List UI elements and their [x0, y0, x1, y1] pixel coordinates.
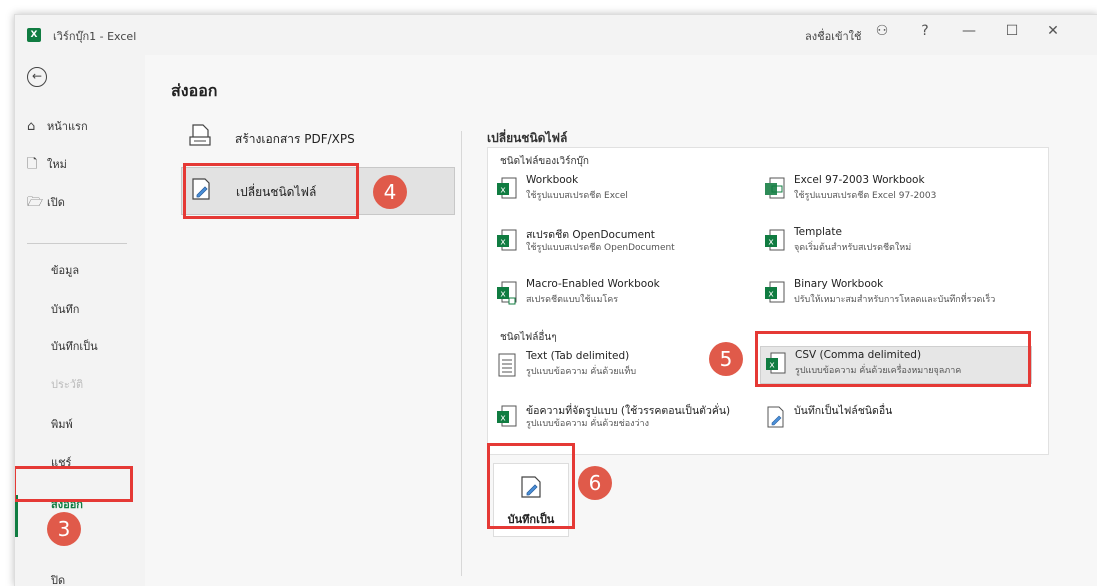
nav-item-label: หน้าแรก: [47, 120, 88, 133]
svg-text:x: x: [500, 186, 506, 196]
file-type-formatted-text[interactable]: x ข้อความที่จัดรูปแบบ (ใช้วรรคตอนเป็นตัว…: [492, 400, 762, 436]
file-type-desc: รูปแบบข้อความ คั่นด้วยแท็บ: [526, 367, 637, 377]
file-types-panel: ชนิดไฟล์ของเวิร์กบุ๊ก x Workbook ใช้รูปแ…: [487, 147, 1049, 455]
file-type-name: CSV (Comma delimited): [795, 349, 922, 361]
file-type-desc: ใช้รูปแบบสเปรดชีต Excel: [526, 191, 628, 201]
save-as-icon: [521, 476, 541, 498]
export-pane: ส่งออก สร้างเอกสาร PDF/XPS เปลี่ยนชนิดไฟ…: [145, 55, 1097, 586]
title-bar: X เวิร์กบุ๊ก1 - Excel ลงชื่อเข้าใช้ ⚇ ? …: [15, 15, 1097, 55]
excel-workbook-icon: x: [497, 177, 517, 199]
file-type-desc: สเปรดชีตแบบใช้แมโคร: [526, 295, 619, 305]
nav-item-open[interactable]: 🗁 เปิด: [27, 193, 65, 215]
help-icon[interactable]: ?: [913, 23, 937, 39]
annotation-step-3: 3: [47, 512, 81, 546]
file-type-opendocument[interactable]: x สเปรดชีต OpenDocument ใช้รูปแบบสเปรดชี…: [492, 224, 762, 260]
nav-item-share[interactable]: แชร์: [51, 453, 71, 471]
minimize-icon[interactable]: —: [957, 23, 981, 39]
nav-item-label: เปิด: [47, 196, 65, 209]
save-as-button[interactable]: บันทึกเป็น: [493, 463, 569, 537]
excel97-workbook-icon: [765, 177, 785, 199]
other-group-label: ชนิดไฟล์อื่นๆ: [500, 332, 557, 343]
file-type-name: Template: [794, 226, 842, 238]
file-type-name: Binary Workbook: [794, 278, 884, 290]
nav-item-info[interactable]: ข้อมูล: [51, 261, 79, 279]
new-file-icon: 🗋: [27, 157, 38, 172]
file-type-name: Text (Tab delimited): [526, 350, 630, 362]
nav-item-label: ใหม่: [47, 158, 67, 171]
pdf-document-icon: [189, 124, 211, 146]
home-icon: ⌂: [27, 119, 36, 134]
people-icon[interactable]: ⚇: [870, 23, 894, 39]
pane-divider: [461, 131, 462, 576]
binary-workbook-icon: x: [765, 281, 785, 303]
backstage-nav: ← ⌂ หน้าแรก 🗋 ใหม่ 🗁 เปิด ข้อมูล บันทึก บัน…: [15, 55, 145, 586]
file-type-desc: รูปแบบข้อความ คั่นด้วยเครื่องหมายจุลภาค: [795, 366, 962, 376]
file-type-binary[interactable]: x Binary Workbook ปรับให้เหมาะสมสำหรับกา…: [760, 276, 1030, 312]
file-type-name: บันทึกเป็นไฟล์ชนิดอื่น: [794, 405, 893, 417]
svg-text:x: x: [500, 290, 506, 300]
nav-divider: [27, 243, 127, 244]
svg-text:x: x: [500, 414, 506, 424]
file-type-macro-enabled[interactable]: x Macro-Enabled Workbook สเปรดชีตแบบใช้แ…: [492, 276, 762, 312]
file-type-desc: ใช้รูปแบบสเปรดชีต Excel 97-2003: [794, 191, 937, 201]
file-type-other[interactable]: บันทึกเป็นไฟล์ชนิดอื่น: [760, 400, 1030, 436]
file-type-name: Workbook: [526, 174, 579, 186]
nav-item-print[interactable]: พิมพ์: [51, 415, 73, 433]
create-pdf-option[interactable]: สร้างเอกสาร PDF/XPS: [181, 115, 453, 161]
file-type-excel97[interactable]: Excel 97-2003 Workbook ใช้รูปแบบสเปรดชีต…: [760, 172, 1030, 208]
signin-link[interactable]: ลงชื่อเข้าใช้: [805, 27, 861, 45]
formatted-text-icon: x: [497, 405, 517, 427]
workbook-group-label: ชนิดไฟล์ของเวิร์กบุ๊ก: [500, 156, 589, 167]
nav-item-new[interactable]: 🗋 ใหม่: [27, 155, 67, 177]
svg-text:x: x: [500, 238, 506, 248]
file-type-desc: ใช้รูปแบบสเปรดชีต OpenDocument: [526, 243, 675, 253]
file-type-workbook[interactable]: x Workbook ใช้รูปแบบสเปรดชีต Excel: [492, 172, 762, 208]
change-file-type-label: เปลี่ยนชนิดไฟล์: [236, 185, 317, 199]
file-type-desc: จุดเริ่มต้นสำหรับสเปรดชีตใหม่: [794, 243, 912, 253]
excel-window: X เวิร์กบุ๊ก1 - Excel ลงชื่อเข้าใช้ ⚇ ? …: [14, 14, 1097, 586]
active-indicator: [15, 495, 18, 537]
save-as-label: บันทึกเป็น: [507, 513, 555, 526]
excel-logo-icon: X: [27, 28, 41, 42]
file-type-name: Macro-Enabled Workbook: [526, 278, 660, 290]
template-icon: x: [765, 229, 785, 251]
close-icon[interactable]: ✕: [1041, 23, 1065, 39]
file-type-csv[interactable]: x CSV (Comma delimited) รูปแบบข้อความ คั…: [760, 346, 1032, 384]
nav-item-export[interactable]: ส่งออก: [51, 495, 83, 513]
svg-text:x: x: [769, 361, 775, 371]
annotation-step-4: 4: [373, 175, 407, 209]
nav-item-close[interactable]: ปิด: [51, 571, 65, 586]
csv-file-icon: x: [766, 352, 786, 374]
change-file-type-option[interactable]: เปลี่ยนชนิดไฟล์: [181, 167, 455, 215]
macro-workbook-icon: x: [497, 281, 517, 305]
annotation-step-5: 5: [709, 342, 743, 376]
svg-text:x: x: [768, 290, 774, 300]
svg-text:x: x: [768, 238, 774, 248]
file-type-template[interactable]: x Template จุดเริ่มต้นสำหรับสเปรดชีตใหม่: [760, 224, 1030, 260]
page-title: ส่งออก: [171, 81, 218, 100]
file-type-name: Excel 97-2003 Workbook: [794, 174, 925, 186]
window-title: เวิร์กบุ๊ก1 - Excel: [53, 30, 137, 43]
annotation-step-6: 6: [578, 466, 612, 500]
nav-item-save-as[interactable]: บันทึกเป็น: [51, 337, 98, 355]
opendocument-icon: x: [497, 229, 517, 251]
back-arrow-icon[interactable]: ←: [27, 67, 47, 87]
save-other-type-icon: [767, 406, 784, 428]
file-type-desc: รูปแบบข้อความ คั่นด้วยช่องว่าง: [526, 419, 650, 429]
file-types-title: เปลี่ยนชนิดไฟล์: [487, 131, 568, 145]
nav-item-home[interactable]: ⌂ หน้าแรก: [27, 117, 88, 135]
change-file-type-icon: [192, 178, 210, 200]
create-pdf-label: สร้างเอกสาร PDF/XPS: [235, 132, 355, 146]
text-file-icon: [498, 353, 516, 377]
nav-item-save[interactable]: บันทึก: [51, 300, 79, 318]
file-type-desc: ปรับให้เหมาะสมสำหรับการโหลดและบันทึกที่ร…: [794, 295, 996, 305]
folder-icon: 🗁: [27, 195, 44, 210]
maximize-icon[interactable]: ☐: [1000, 23, 1024, 39]
nav-item-history: ประวัติ: [51, 378, 84, 391]
